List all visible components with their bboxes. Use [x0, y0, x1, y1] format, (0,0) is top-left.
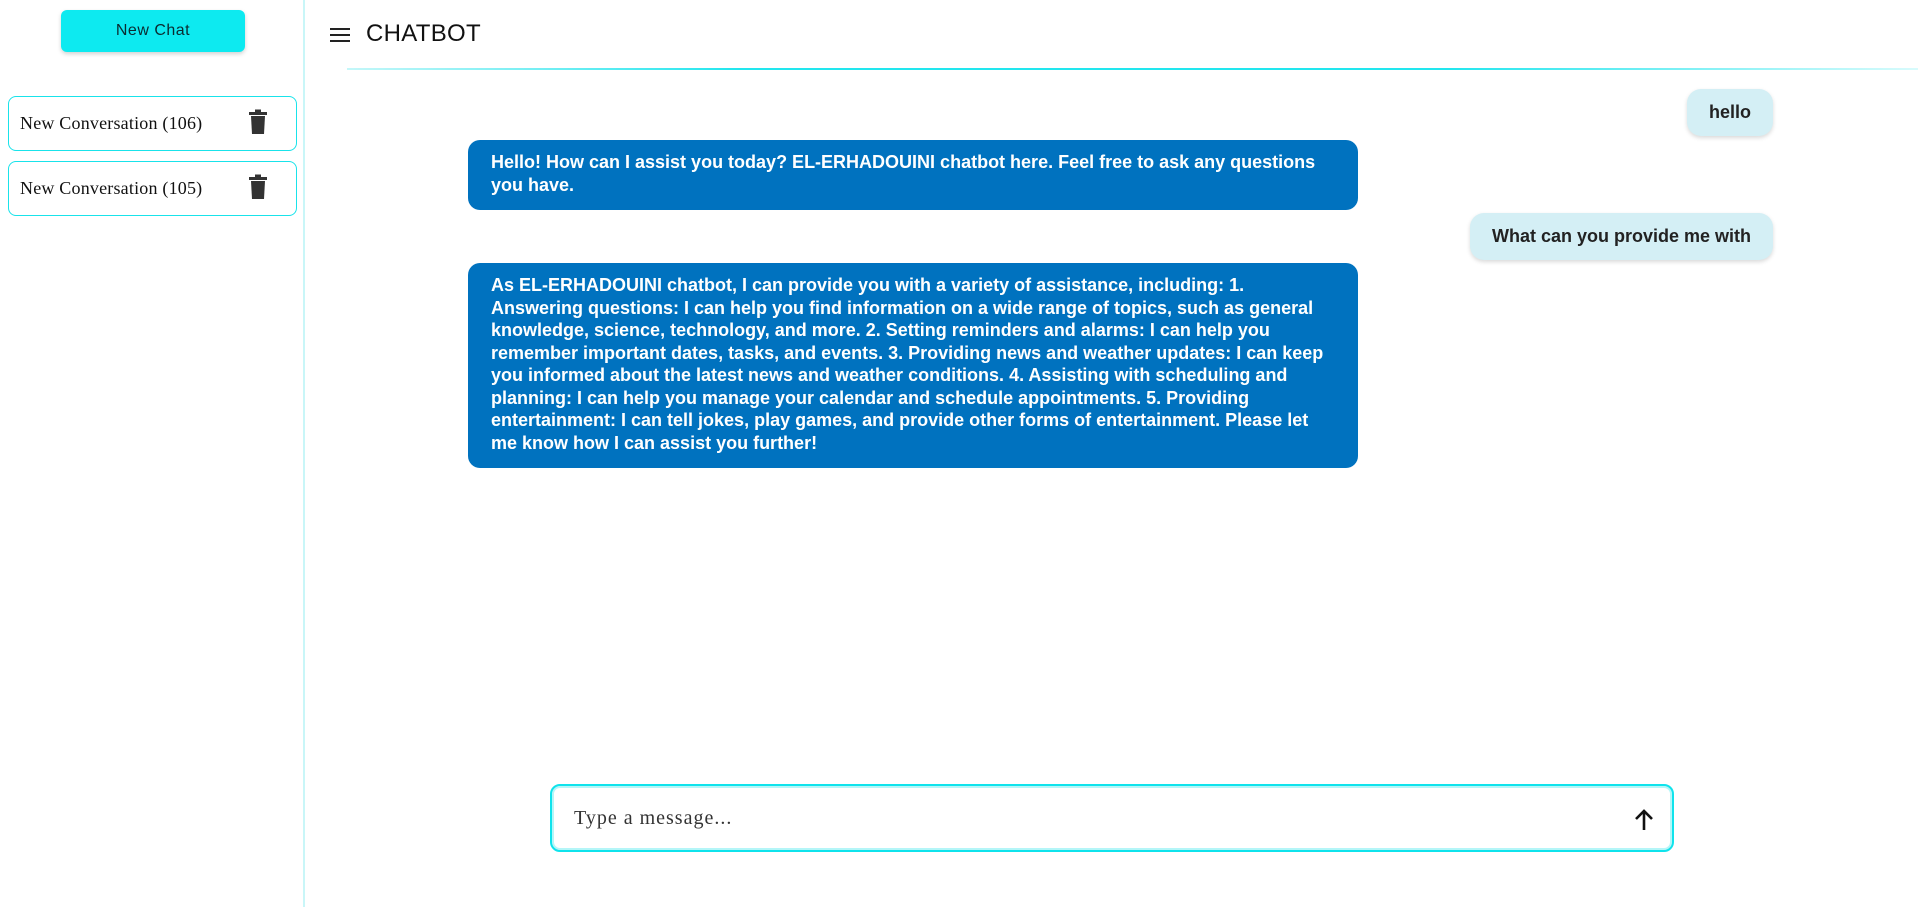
conversation-list: New Conversation (106) New Conversation … [8, 96, 297, 226]
conversation-label: New Conversation (105) [20, 178, 203, 198]
arrow-up-icon [1635, 809, 1653, 830]
page-title: CHATBOT [366, 20, 481, 47]
new-chat-button[interactable]: New Chat [61, 10, 245, 52]
conversation-item[interactable]: New Conversation (105) [8, 161, 297, 216]
bot-message: As EL-ERHADOUINI chatbot, I can provide … [468, 263, 1358, 468]
trash-icon[interactable] [248, 109, 268, 135]
sidebar: New Chat New Conversation (106) New Conv… [0, 0, 305, 907]
conversation-label: New Conversation (106) [20, 113, 203, 133]
trash-icon[interactable] [248, 174, 268, 200]
message-composer [550, 784, 1674, 852]
bot-message: Hello! How can I assist you today? EL-ER… [468, 140, 1358, 210]
message-input[interactable] [574, 800, 1594, 836]
conversation-item[interactable]: New Conversation (106) [8, 96, 297, 151]
send-button[interactable] [1630, 806, 1658, 834]
menu-icon[interactable] [327, 22, 353, 48]
header: CHATBOT [307, 0, 1918, 70]
user-message: hello [1686, 89, 1773, 136]
user-message: What can you provide me with [1469, 213, 1773, 260]
